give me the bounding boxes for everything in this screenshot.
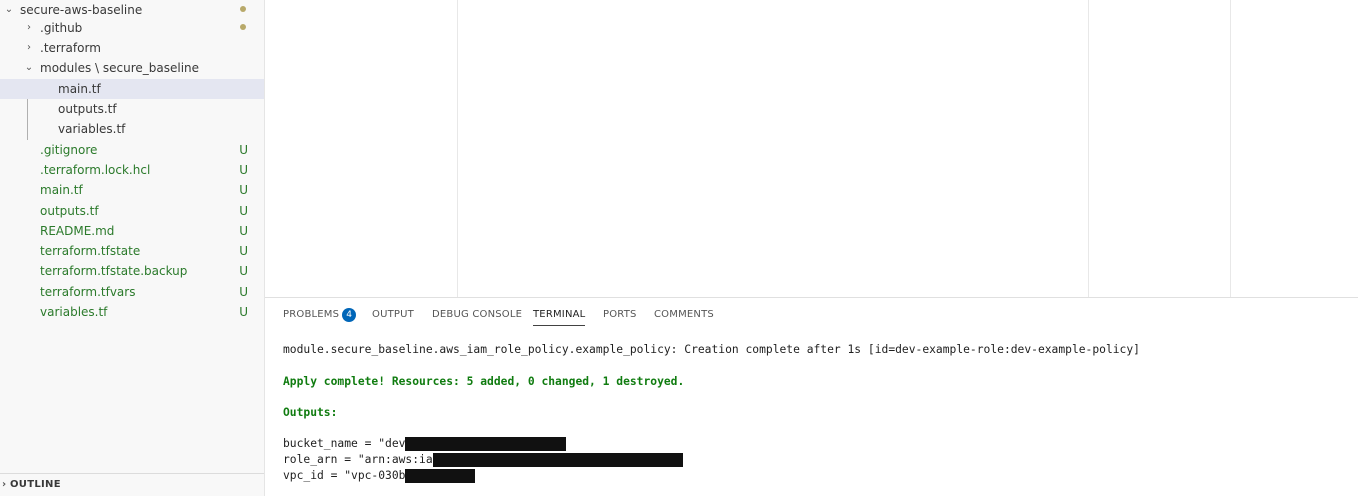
outline-label: OUTLINE: [10, 479, 61, 490]
editor-ruler: [457, 0, 458, 297]
tree-item-main-tf[interactable]: main.tf U: [0, 180, 264, 200]
tree-item-label: terraform.tfstate.backup: [40, 264, 188, 278]
chevron-down-icon: ⌄: [24, 62, 34, 73]
tree-item-label: .github: [40, 21, 83, 35]
tree-item-label: outputs.tf: [58, 102, 117, 116]
terminal-output-role: role_arn = "arn:aws:ia: [283, 452, 683, 468]
git-status-badge: U: [239, 163, 248, 177]
chevron-down-icon: ⌄: [4, 4, 14, 15]
git-status-badge: U: [239, 143, 248, 157]
role-arn-text: role_arn = "arn:aws:ia: [283, 453, 433, 466]
problems-count-badge: 4: [342, 308, 357, 322]
tree-item-label: modules \ secure_baseline: [40, 61, 200, 75]
tree-item-tfstate-backup[interactable]: terraform.tfstate.backup U: [0, 261, 264, 281]
tab-output[interactable]: OUTPUT: [372, 308, 414, 322]
tab-ports[interactable]: PORTS: [603, 308, 637, 322]
tree-item-readme[interactable]: README.md U: [0, 221, 264, 241]
tree-item-label: main.tf: [58, 82, 101, 96]
git-status-badge: U: [239, 183, 248, 197]
tab-comments[interactable]: COMMENTS: [654, 308, 714, 322]
git-status-badge: U: [239, 204, 248, 218]
git-status-badge: U: [239, 224, 248, 238]
tree-item-tfstate[interactable]: terraform.tfstate U: [0, 241, 264, 261]
tree-item-label: .terraform.lock.hcl: [40, 163, 151, 177]
tree-item-terraform-folder[interactable]: › .terraform: [0, 38, 264, 58]
tree-item-label: variables.tf: [58, 122, 126, 136]
modified-dot-icon: [240, 6, 246, 12]
outline-section-header[interactable]: › OUTLINE: [0, 473, 264, 496]
tree-item-outputs-tf[interactable]: outputs.tf U: [0, 201, 264, 221]
panel-tabs: PROBLEMS 4 OUTPUT DEBUG CONSOLE TERMINAL …: [265, 298, 1358, 330]
git-status-badge: U: [239, 285, 248, 299]
tree-item-modules-folder[interactable]: ⌄ modules \ secure_baseline: [0, 58, 264, 78]
editor-area[interactable]: [265, 0, 1358, 297]
tree-item-gitignore[interactable]: .gitignore U: [0, 140, 264, 160]
tree-item-github[interactable]: › .github: [0, 18, 264, 38]
tree-item-tfvars[interactable]: terraform.tfvars U: [0, 282, 264, 302]
tree-item-terraform-lock[interactable]: .terraform.lock.hcl U: [0, 160, 264, 180]
tree-item-label: .gitignore: [40, 143, 98, 157]
bucket-name-text: bucket_name = "dev: [283, 437, 406, 450]
terminal-outputs-heading: Outputs:: [283, 406, 338, 419]
vpc-id-text: vpc_id = "vpc-030b: [283, 469, 406, 482]
tree-item-label: outputs.tf: [40, 204, 99, 218]
tab-terminal[interactable]: TERMINAL: [533, 308, 586, 326]
redaction-box: [432, 453, 683, 467]
redaction-box: [405, 437, 567, 451]
redaction-box: [405, 469, 476, 483]
chevron-right-icon: ›: [27, 42, 31, 53]
terminal-output-bucket: bucket_name = "dev: [283, 436, 567, 452]
git-status-badge: U: [239, 264, 248, 278]
tab-problems-label: PROBLEMS: [283, 309, 340, 320]
tree-item-variables-tf[interactable]: variables.tf U: [0, 302, 264, 322]
tree-item-label: terraform.tfvars: [40, 285, 136, 299]
git-status-badge: U: [239, 305, 248, 319]
tree-item-label: variables.tf: [40, 305, 108, 319]
tab-problems[interactable]: PROBLEMS 4: [283, 308, 357, 322]
terminal-output-vpc: vpc_id = "vpc-030b: [283, 468, 476, 484]
tree-item-module-main-tf[interactable]: main.tf: [0, 79, 264, 99]
terminal-line: module.secure_baseline.aws_iam_role_poli…: [283, 343, 1140, 356]
tree-item-label: terraform.tfstate: [40, 244, 141, 258]
root-folder-label: secure-aws-baseline: [20, 3, 143, 17]
bottom-panel: PROBLEMS 4 OUTPUT DEBUG CONSOLE TERMINAL …: [265, 297, 1358, 496]
explorer-root-folder[interactable]: ⌄ secure-aws-baseline: [0, 0, 264, 20]
tree-item-label: README.md: [40, 224, 115, 238]
modified-dot-icon: [240, 24, 246, 30]
tree-item-label: .terraform: [40, 41, 101, 55]
chevron-right-icon: ›: [2, 479, 7, 490]
terminal-success-line: Apply complete! Resources: 5 added, 0 ch…: [283, 375, 685, 388]
editor-ruler: [1088, 0, 1089, 297]
tab-debug-console[interactable]: DEBUG CONSOLE: [432, 308, 522, 322]
tree-item-label: main.tf: [40, 183, 83, 197]
git-status-badge: U: [239, 244, 248, 258]
chevron-right-icon: ›: [27, 22, 31, 33]
tree-item-module-variables-tf[interactable]: variables.tf: [0, 119, 264, 139]
tree-item-module-outputs-tf[interactable]: outputs.tf: [0, 99, 264, 119]
explorer-sidebar: ⌄ secure-aws-baseline › .github › .terra…: [0, 0, 265, 496]
editor-ruler: [1230, 0, 1231, 297]
